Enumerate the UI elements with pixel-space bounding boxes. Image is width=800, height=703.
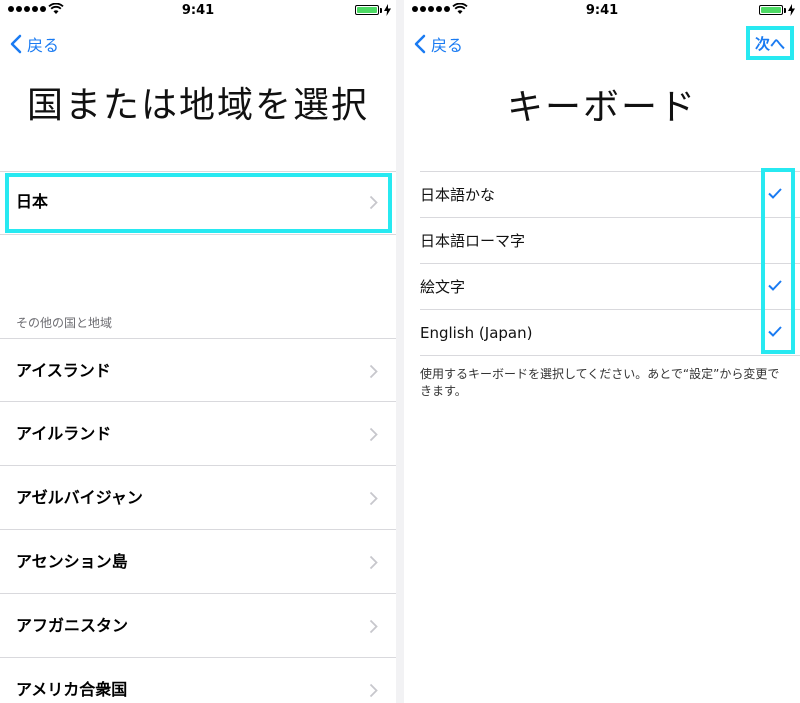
status-bar: 9:41 xyxy=(404,0,800,22)
list-item-label: アゼルバイジャン xyxy=(16,488,143,507)
keyboard-option-label: 絵文字 xyxy=(420,278,466,296)
next-button[interactable]: 次へ xyxy=(746,26,794,60)
list-item-label: アイルランド xyxy=(16,424,112,443)
list-item[interactable]: アイスランド xyxy=(0,338,396,402)
keyboard-option-romaji[interactable]: 日本語ローマ字 xyxy=(420,218,800,264)
page-title: 国または地域を選択 xyxy=(26,85,369,126)
battery-icon xyxy=(355,5,379,15)
keyboard-option-label: 日本語かな xyxy=(420,186,496,204)
chevron-left-icon xyxy=(10,34,22,54)
keyboard-footnote: 使用するキーボードを選択してください。あとで“設定”から変更できます。 xyxy=(420,367,780,398)
chevron-right-icon xyxy=(369,427,378,442)
back-button[interactable]: 戻る xyxy=(414,33,463,55)
charging-bolt-icon xyxy=(384,4,391,16)
status-bar: 9:41 xyxy=(0,0,396,22)
selection-highlight xyxy=(5,173,392,233)
list-item[interactable]: アイルランド xyxy=(0,402,396,466)
chevron-right-icon xyxy=(369,619,378,634)
chevron-left-icon xyxy=(414,34,426,54)
keyboard-select-screen: 9:41 戻る 次へ キーボード 日本語かな 日本語ローマ字 絵文字 Engli… xyxy=(404,0,800,703)
battery-icon xyxy=(759,5,783,15)
back-label: 戻る xyxy=(431,36,464,55)
chevron-right-icon xyxy=(369,683,378,698)
list-item-label: アイスランド xyxy=(16,361,111,380)
status-time: 9:41 xyxy=(181,3,215,18)
list-item[interactable]: アセンション島 xyxy=(0,530,396,594)
list-item-label: アセンション島 xyxy=(16,552,128,571)
keyboard-option-kana[interactable]: 日本語かな xyxy=(420,172,800,218)
list-item[interactable]: アフガニスタン xyxy=(0,594,396,658)
back-label: 戻る xyxy=(27,36,60,55)
checkmark-highlight xyxy=(761,168,795,354)
page-title: キーボード xyxy=(506,87,697,128)
chevron-right-icon xyxy=(369,364,378,379)
chevron-right-icon xyxy=(369,555,378,570)
keyboard-option-emoji[interactable]: 絵文字 xyxy=(420,264,800,310)
back-button[interactable]: 戻る xyxy=(10,33,59,55)
list-item-label: アメリカ合衆国 xyxy=(16,680,128,699)
list-item[interactable]: アメリカ合衆国 xyxy=(0,658,396,703)
list-item[interactable]: アゼルバイジャン xyxy=(0,466,396,530)
keyboard-option-label: 日本語ローマ字 xyxy=(420,232,526,250)
keyboard-option-english-japan[interactable]: English (Japan) xyxy=(420,310,800,356)
status-time: 9:41 xyxy=(585,3,619,18)
keyboard-option-label: English (Japan) xyxy=(420,324,533,342)
country-select-screen: 9:41 戻る 国または地域を選択 日本 その他の国と地域 アイスランド アイル… xyxy=(0,0,396,703)
section-header: その他の国と地域 xyxy=(16,316,113,330)
screen-divider xyxy=(396,0,404,703)
chevron-right-icon xyxy=(369,491,378,506)
list-item-label: アフガニスタン xyxy=(16,616,129,635)
charging-bolt-icon xyxy=(788,4,795,16)
